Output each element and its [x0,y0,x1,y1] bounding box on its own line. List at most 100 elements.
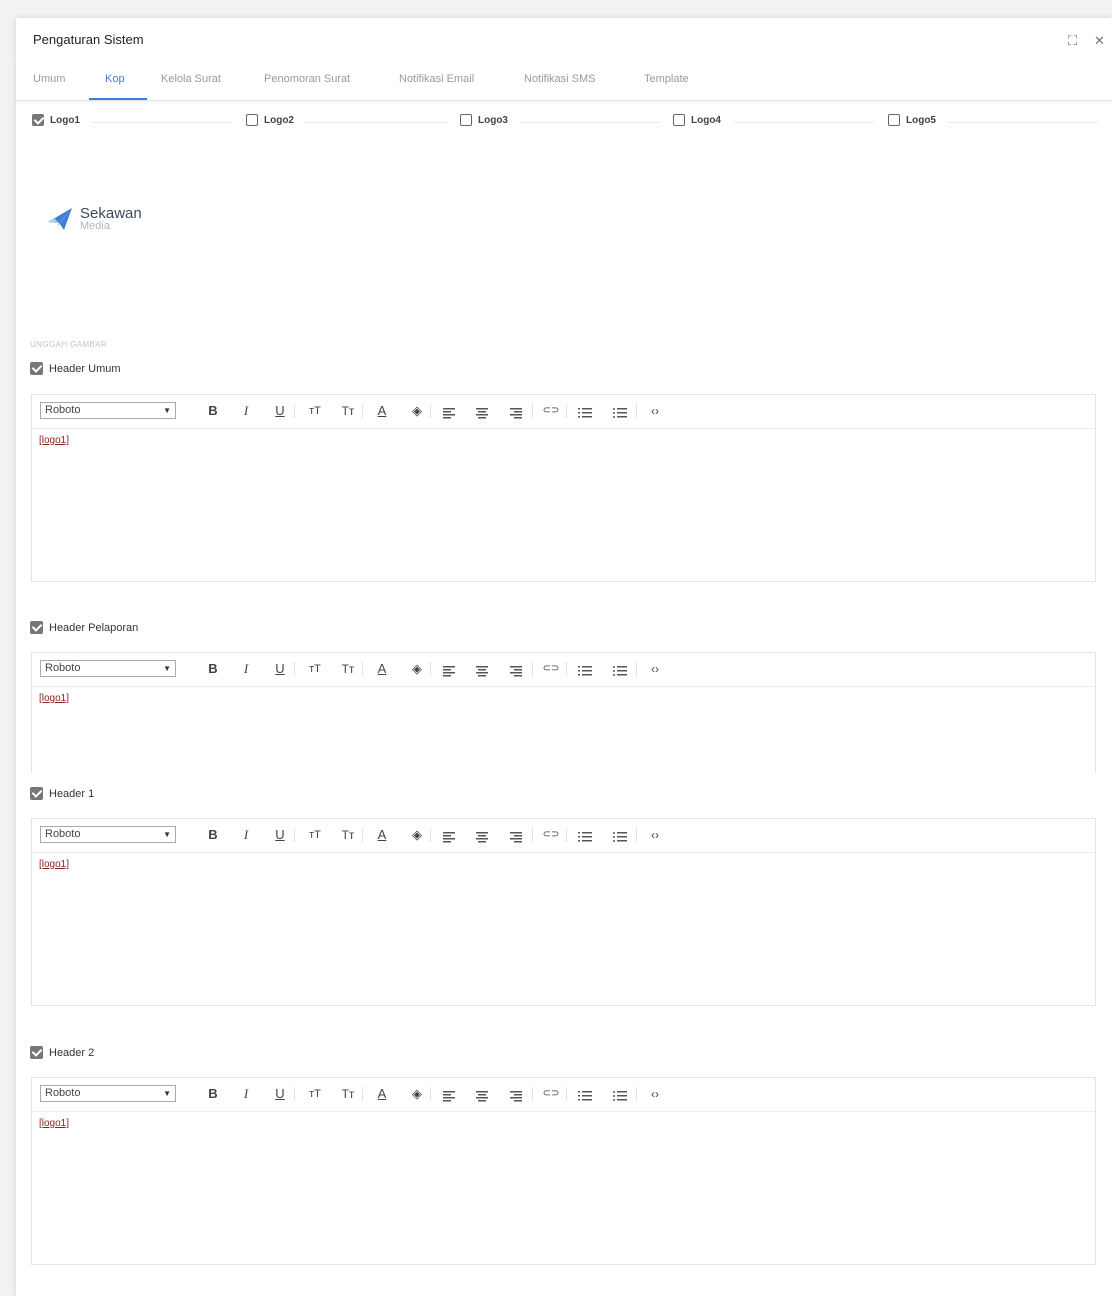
font-family-select[interactable]: Roboto ▼ [40,1085,176,1102]
italic-button[interactable]: I [237,1085,255,1103]
underline-button[interactable]: U [271,1085,289,1103]
header-1-checkbox[interactable]: Header 1 [30,787,94,800]
toolbar-divider [532,662,533,676]
toolbar-divider [294,404,295,418]
editor-toolbar: Roboto ▼ B I U ᴛT Tт A ◈ ⊂⊃ ‹› [32,819,1095,853]
header-pelaporan-checkbox[interactable]: Header Pelaporan [30,621,138,634]
font-size-button[interactable]: Tт [339,660,357,678]
brand-subtitle: Media [80,220,110,232]
align-center-icon[interactable] [474,831,492,843]
ordered-list-icon[interactable] [577,1090,595,1102]
highlight-color-button[interactable]: ◈ [408,1085,426,1103]
tab-bar: Umum Kop Kelola Surat Penomoran Surat No… [16,60,1112,101]
tab-penomoran-surat[interactable]: Penomoran Surat [264,73,350,85]
tab-template[interactable]: Template [644,73,689,85]
highlight-color-button[interactable]: ◈ [408,660,426,678]
tab-notifikasi-email[interactable]: Notifikasi Email [399,73,474,85]
editor-content[interactable]: [logo1] [39,435,69,446]
tab-umum[interactable]: Umum [33,73,65,85]
align-right-icon[interactable] [508,1090,526,1102]
highlight-color-button[interactable]: ◈ [408,402,426,420]
toolbar-divider [430,404,431,418]
checkbox-empty-icon [888,114,900,126]
toolbar-divider [362,1087,363,1101]
align-right-icon[interactable] [508,407,526,419]
ordered-list-icon[interactable] [577,407,595,419]
align-right-icon[interactable] [508,831,526,843]
align-right-icon[interactable] [508,665,526,677]
superscript-button[interactable]: ᴛT [306,1085,324,1103]
divider [734,122,874,123]
font-family-select[interactable]: Roboto ▼ [40,660,176,677]
active-tab-indicator [89,98,147,100]
italic-button[interactable]: I [237,660,255,678]
align-left-icon[interactable] [441,407,459,419]
dialog-title: Pengaturan Sistem [33,32,144,47]
code-view-button[interactable]: ‹› [646,402,664,420]
expand-icon[interactable]: ⛶ [1068,33,1077,49]
link-button[interactable]: ⊂⊃ [542,1085,560,1103]
superscript-button[interactable]: ᴛT [306,402,324,420]
superscript-button[interactable]: ᴛT [306,826,324,844]
bold-button[interactable]: B [204,660,222,678]
ordered-list-icon[interactable] [577,831,595,843]
logo2-label: Logo2 [264,114,294,126]
logo3-checkbox[interactable]: Logo3 [460,114,508,126]
align-center-icon[interactable] [474,407,492,419]
font-family-value: Roboto [45,828,81,840]
font-family-select[interactable]: Roboto ▼ [40,402,176,419]
tab-kop[interactable]: Kop [105,73,125,85]
link-button[interactable]: ⊂⊃ [542,826,560,844]
upload-image-link[interactable]: UNGGAH GAMBAR [30,340,107,349]
highlight-color-button[interactable]: ◈ [408,826,426,844]
align-left-icon[interactable] [441,665,459,677]
text-color-button[interactable]: A [373,1085,391,1103]
underline-button[interactable]: U [271,826,289,844]
header-2-checkbox[interactable]: Header 2 [30,1046,94,1059]
logo1-checkbox[interactable]: Logo1 [32,114,80,126]
font-size-button[interactable]: Tт [339,402,357,420]
tab-kelola-surat[interactable]: Kelola Surat [161,73,221,85]
code-view-button[interactable]: ‹› [646,826,664,844]
font-size-button[interactable]: Tт [339,1085,357,1103]
editor-content[interactable]: [logo1] [39,1118,69,1129]
tab-notifikasi-sms[interactable]: Notifikasi SMS [524,73,596,85]
italic-button[interactable]: I [237,826,255,844]
unordered-list-icon[interactable] [612,407,630,419]
text-color-button[interactable]: A [373,660,391,678]
text-color-button[interactable]: A [373,402,391,420]
align-center-icon[interactable] [474,1090,492,1102]
logo2-checkbox[interactable]: Logo2 [246,114,294,126]
bold-button[interactable]: B [204,1085,222,1103]
align-left-icon[interactable] [441,831,459,843]
unordered-list-icon[interactable] [612,1090,630,1102]
logo4-checkbox[interactable]: Logo4 [673,114,721,126]
code-view-button[interactable]: ‹› [646,660,664,678]
code-view-button[interactable]: ‹› [646,1085,664,1103]
italic-button[interactable]: I [237,402,255,420]
align-center-icon[interactable] [474,665,492,677]
editor-content[interactable]: [logo1] [39,859,69,870]
unordered-list-icon[interactable] [612,831,630,843]
toolbar-divider [636,404,637,418]
superscript-button[interactable]: ᴛT [306,660,324,678]
link-button[interactable]: ⊂⊃ [542,402,560,420]
ordered-list-icon[interactable] [577,665,595,677]
editor-content[interactable]: [logo1] [39,693,69,704]
unordered-list-icon[interactable] [612,665,630,677]
font-family-value: Roboto [45,662,81,674]
align-left-icon[interactable] [441,1090,459,1102]
toolbar-divider [636,1087,637,1101]
header-umum-checkbox[interactable]: Header Umum [30,362,121,375]
font-family-select[interactable]: Roboto ▼ [40,826,176,843]
link-button[interactable]: ⊂⊃ [542,660,560,678]
logo5-checkbox[interactable]: Logo5 [888,114,936,126]
underline-button[interactable]: U [271,660,289,678]
bold-button[interactable]: B [204,402,222,420]
underline-button[interactable]: U [271,402,289,420]
checkbox-checked-icon [30,621,43,634]
font-size-button[interactable]: Tт [339,826,357,844]
text-color-button[interactable]: A [373,826,391,844]
close-icon[interactable]: ✕ [1094,33,1105,49]
bold-button[interactable]: B [204,826,222,844]
